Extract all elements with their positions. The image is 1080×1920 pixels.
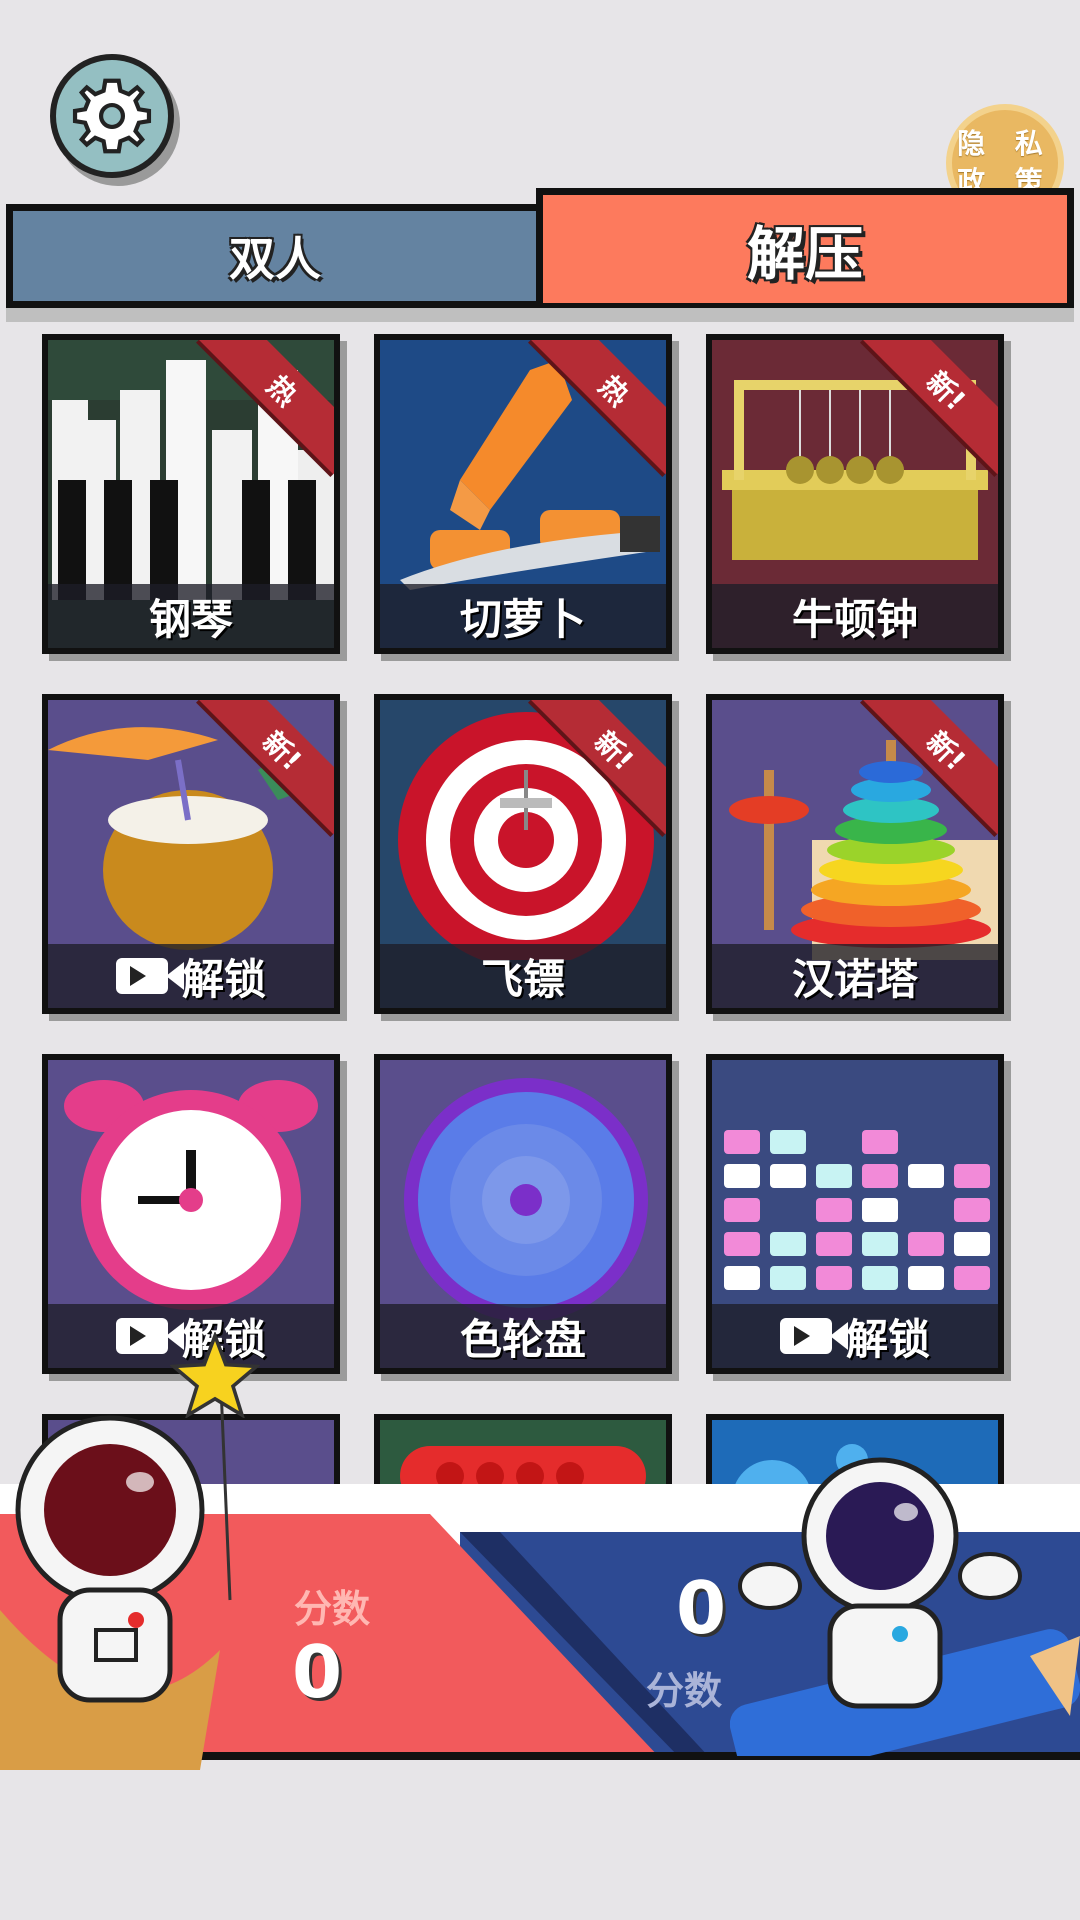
game-card-partial[interactable]: [374, 1414, 672, 1494]
game-label: 飞镖: [380, 944, 666, 1008]
tab-shadow: [6, 308, 1074, 322]
video-icon: [779, 1318, 848, 1354]
game-label: 牛顿钟: [712, 584, 998, 648]
player1-score-label: 分数: [294, 1587, 371, 1631]
video-icon: [115, 1318, 184, 1354]
game-card-colorwheel[interactable]: 色轮盘: [374, 1054, 672, 1374]
tab-relax-label: 解压: [746, 220, 863, 288]
game-card-blocks[interactable]: 解锁: [706, 1054, 1004, 1374]
game-card-newton[interactable]: 新! 牛顿钟: [706, 334, 1004, 654]
game-label: 钢琴: [48, 584, 334, 648]
video-icon: [115, 958, 184, 994]
star-icon: [170, 1332, 260, 1418]
player2-score-label: 分数: [646, 1669, 723, 1713]
game-label: 解锁: [845, 1314, 930, 1364]
game-label: 解锁: [181, 954, 266, 1004]
color-wheel-icon: [404, 1078, 648, 1320]
game-card-carrot[interactable]: 热 切萝卜: [374, 334, 672, 654]
alarm-clock-icon: [64, 1080, 318, 1310]
game-label: 汉诺塔: [712, 944, 998, 1008]
game-card-coconut[interactable]: 解锁 新!: [42, 694, 340, 1014]
game-label: 切萝卜: [380, 584, 666, 648]
tab-relax[interactable]: 解压: [536, 188, 1074, 310]
player1-score-value: 0: [292, 1630, 343, 1714]
player2-score-value: 0: [676, 1566, 727, 1650]
gear-icon: [72, 78, 152, 154]
game-card-piano[interactable]: 热 钢琴: [42, 334, 340, 654]
unlock-label[interactable]: 解锁: [712, 1304, 998, 1368]
privacy-line1: 隐 私: [957, 127, 1053, 160]
blocks-icon: [724, 1130, 990, 1290]
game-label: 色轮盘: [380, 1304, 666, 1368]
astronaut-icon: [730, 1457, 1080, 1756]
tab-duo[interactable]: 双人: [6, 204, 544, 308]
tab-duo-label: 双人: [229, 232, 321, 286]
settings-button[interactable]: [50, 54, 174, 178]
game-card-clock[interactable]: 解锁: [42, 1054, 340, 1374]
game-card-darts[interactable]: 新! 飞镖: [374, 694, 672, 1014]
game-card-hanoi[interactable]: 新! 汉诺塔: [706, 694, 1004, 1014]
unlock-label[interactable]: 解锁: [48, 944, 334, 1008]
pop-it-icon: [400, 1446, 646, 1488]
